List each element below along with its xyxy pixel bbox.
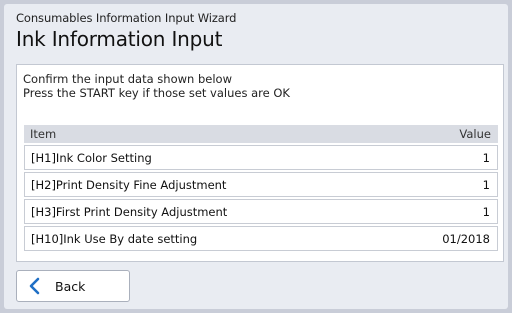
instruction-line-2: Press the START key if those set values … <box>23 86 290 100</box>
row-item: [H3]First Print Density Adjustment <box>31 204 228 219</box>
chevron-left-icon <box>21 271 47 301</box>
back-button-label: Back <box>55 278 86 294</box>
table-row: [H10]Ink Use By date setting 01/2018 <box>24 226 498 251</box>
row-value: 01/2018 <box>442 231 490 246</box>
column-header-value: Value <box>459 127 491 141</box>
wizard-header: Consumables Information Input Wizard Ink… <box>16 10 496 51</box>
row-item: [H10]Ink Use By date setting <box>31 231 198 246</box>
confirmation-panel: Confirm the input data shown below Press… <box>16 64 504 262</box>
table-row: [H3]First Print Density Adjustment 1 <box>24 199 498 224</box>
back-button[interactable]: Back <box>16 270 130 302</box>
row-value: 1 <box>482 204 490 219</box>
row-value: 1 <box>482 177 490 192</box>
page-title: Ink Information Input <box>16 27 223 51</box>
table-header: Item Value <box>24 125 498 143</box>
table-row: [H2]Print Density Fine Adjustment 1 <box>24 172 498 197</box>
wizard-window: Consumables Information Input Wizard Ink… <box>4 4 508 309</box>
row-item: [H1]Ink Color Setting <box>31 150 152 165</box>
instructions: Confirm the input data shown below Press… <box>23 72 290 100</box>
column-header-item: Item <box>30 127 57 141</box>
table-row: [H1]Ink Color Setting 1 <box>24 145 498 170</box>
instruction-line-1: Confirm the input data shown below <box>23 72 232 86</box>
row-value: 1 <box>482 150 490 165</box>
row-item: [H2]Print Density Fine Adjustment <box>31 177 227 192</box>
wizard-title: Consumables Information Input Wizard <box>16 11 237 25</box>
settings-table: Item Value [H1]Ink Color Setting 1 [H2]P… <box>24 125 498 251</box>
